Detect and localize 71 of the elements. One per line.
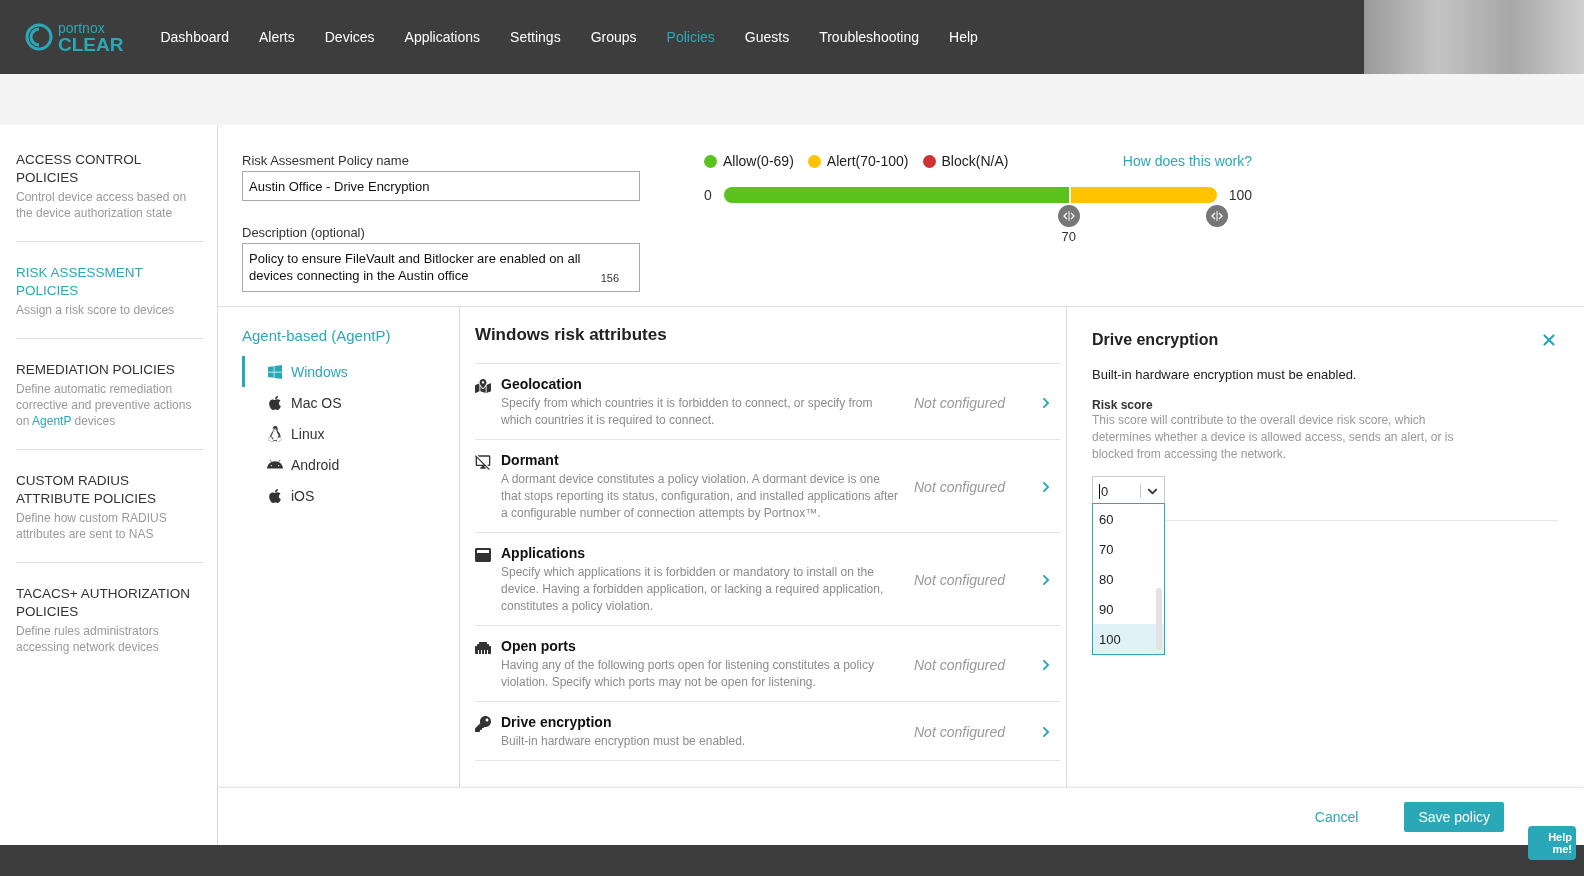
nav-link[interactable]: Guests [744, 29, 790, 45]
attribute-description: A dormant device constitutes a policy violation. A dormant device is one that stops reporting its status, configuration, and installed applications after a configurable number of connection attempts by Portnox™. [501, 471, 899, 522]
sidebar-item[interactable]: ACCESS CONTROL POLICIES [16, 151, 203, 187]
nav-link[interactable]: Help [949, 29, 978, 45]
attribute-name: Dormant [501, 452, 560, 470]
apple-icon [267, 487, 283, 504]
field-label: Risk Assesment Policy name [242, 153, 410, 168]
platform-item[interactable]: Linux [242, 418, 459, 449]
attribute-status: Not configured [914, 394, 1007, 411]
legend-label: Block(N/A) [941, 153, 1009, 169]
apple-icon [267, 394, 283, 411]
nav-link[interactable]: Applications [404, 29, 481, 45]
risk-score-label: Risk score [1092, 398, 1154, 412]
range-min-label: 0 [704, 187, 712, 203]
attribute-description: Specify which applications it is forbidden or mandatory to install on the device. Having a forbidden application, or lacking a required application, constitutes a policy violation. [501, 564, 885, 615]
map-icon [475, 378, 491, 394]
sidebar-description: Define how custom RADIUS attributes are sent to NAS [16, 510, 168, 542]
close-button[interactable] [1540, 331, 1558, 349]
section-title: Windows risk attributes [475, 325, 1060, 364]
legend-label: Allow(0-69) [723, 153, 794, 169]
scrollbar-thumb[interactable] [1156, 588, 1162, 650]
window-icon [475, 547, 491, 563]
sidebar-item[interactable]: TACACS+ AUTHORIZATION POLICIES [16, 585, 203, 621]
nav-link[interactable]: Settings [510, 29, 561, 45]
sidebar-item[interactable]: REMEDIATION POLICIES [16, 361, 203, 379]
nav-link[interactable]: Alerts [258, 29, 295, 45]
attribute-name: Drive encryption [501, 714, 613, 732]
nav-link[interactable]: Dashboard [160, 29, 229, 45]
key-icon [475, 716, 491, 732]
nav-link[interactable]: Groups [590, 29, 637, 45]
legend-label: Alert(70-100) [826, 153, 909, 169]
sidebar-description: Define rules administrators accessing network devices [16, 623, 160, 655]
penguin-icon [267, 425, 283, 442]
nav-link[interactable]: Devices [324, 29, 375, 45]
slider-handle[interactable] [1057, 205, 1080, 227]
dropdown-option[interactable]: 100 [1093, 624, 1164, 654]
description-field[interactable]: Policy to ensure FileVault and Bitlocker are enabled on all devices connecting in the Austin office 156 [242, 243, 640, 292]
nav-link[interactable]: Policies [666, 29, 715, 45]
platform-item[interactable]: Android [242, 449, 459, 480]
panel-title: Drive encryption [1092, 331, 1219, 349]
attribute-name: Geolocation [501, 376, 583, 394]
attribute-status: Not configured [914, 572, 1007, 588]
platform-item[interactable]: iOS [242, 480, 459, 511]
sidebar-description: Assign a risk score to devices [16, 302, 176, 318]
attribute-description: Built-in hardware encryption must be enabled. [501, 733, 747, 750]
attribute-status: Not configured [914, 724, 1007, 740]
risk-score-hint: This score will contribute to the overall device risk score, which determines whether a device is allowed access, sends an alert, or is blocked from accessing the network. [1092, 412, 1455, 463]
monitor-off-icon [475, 454, 491, 470]
attribute-description: Specify from which countries it is forbidden to connect, or specify from which countries it is required to connect. [501, 395, 874, 429]
platform-group-title: Agent-based (AgentP) [242, 327, 392, 344]
handle-value: 70 [1061, 229, 1076, 244]
windows-icon [267, 363, 283, 380]
attribute-name: Open ports [501, 638, 577, 656]
logo-text: portnox [58, 20, 106, 35]
sidebar-item[interactable]: CUSTOM RADIUS ATTRIBUTE POLICIES [16, 472, 203, 508]
policy-name-field[interactable]: Austin Office - Drive Encryption [242, 171, 640, 201]
ethernet-icon [475, 640, 491, 656]
panel-description: Built-in hardware encryption must be enabled. [1092, 367, 1358, 382]
nav-link[interactable]: Troubleshooting [819, 29, 920, 45]
range-max-label: 100 [1228, 187, 1252, 203]
attribute-status: Not configured [914, 656, 1007, 673]
attribute-name: Applications [501, 545, 586, 563]
logo-icon [24, 22, 54, 52]
sidebar-description: Define automatic remediation corrective and preventive actions on AgentP devices [16, 381, 193, 429]
field-label: Description (optional) [242, 225, 366, 240]
sidebar-description: Control device access based on the device authorization state [16, 189, 188, 221]
attribute-status: Not configured [914, 479, 1007, 495]
logo-text: CLEAR [58, 34, 124, 54]
slider-handle[interactable] [1205, 205, 1228, 227]
attribute-description: Having any of the following ports open for listening constitutes a policy violation. Specify which ports may not be open for listening. [501, 657, 875, 691]
platform-item[interactable]: Mac OS [242, 387, 459, 418]
